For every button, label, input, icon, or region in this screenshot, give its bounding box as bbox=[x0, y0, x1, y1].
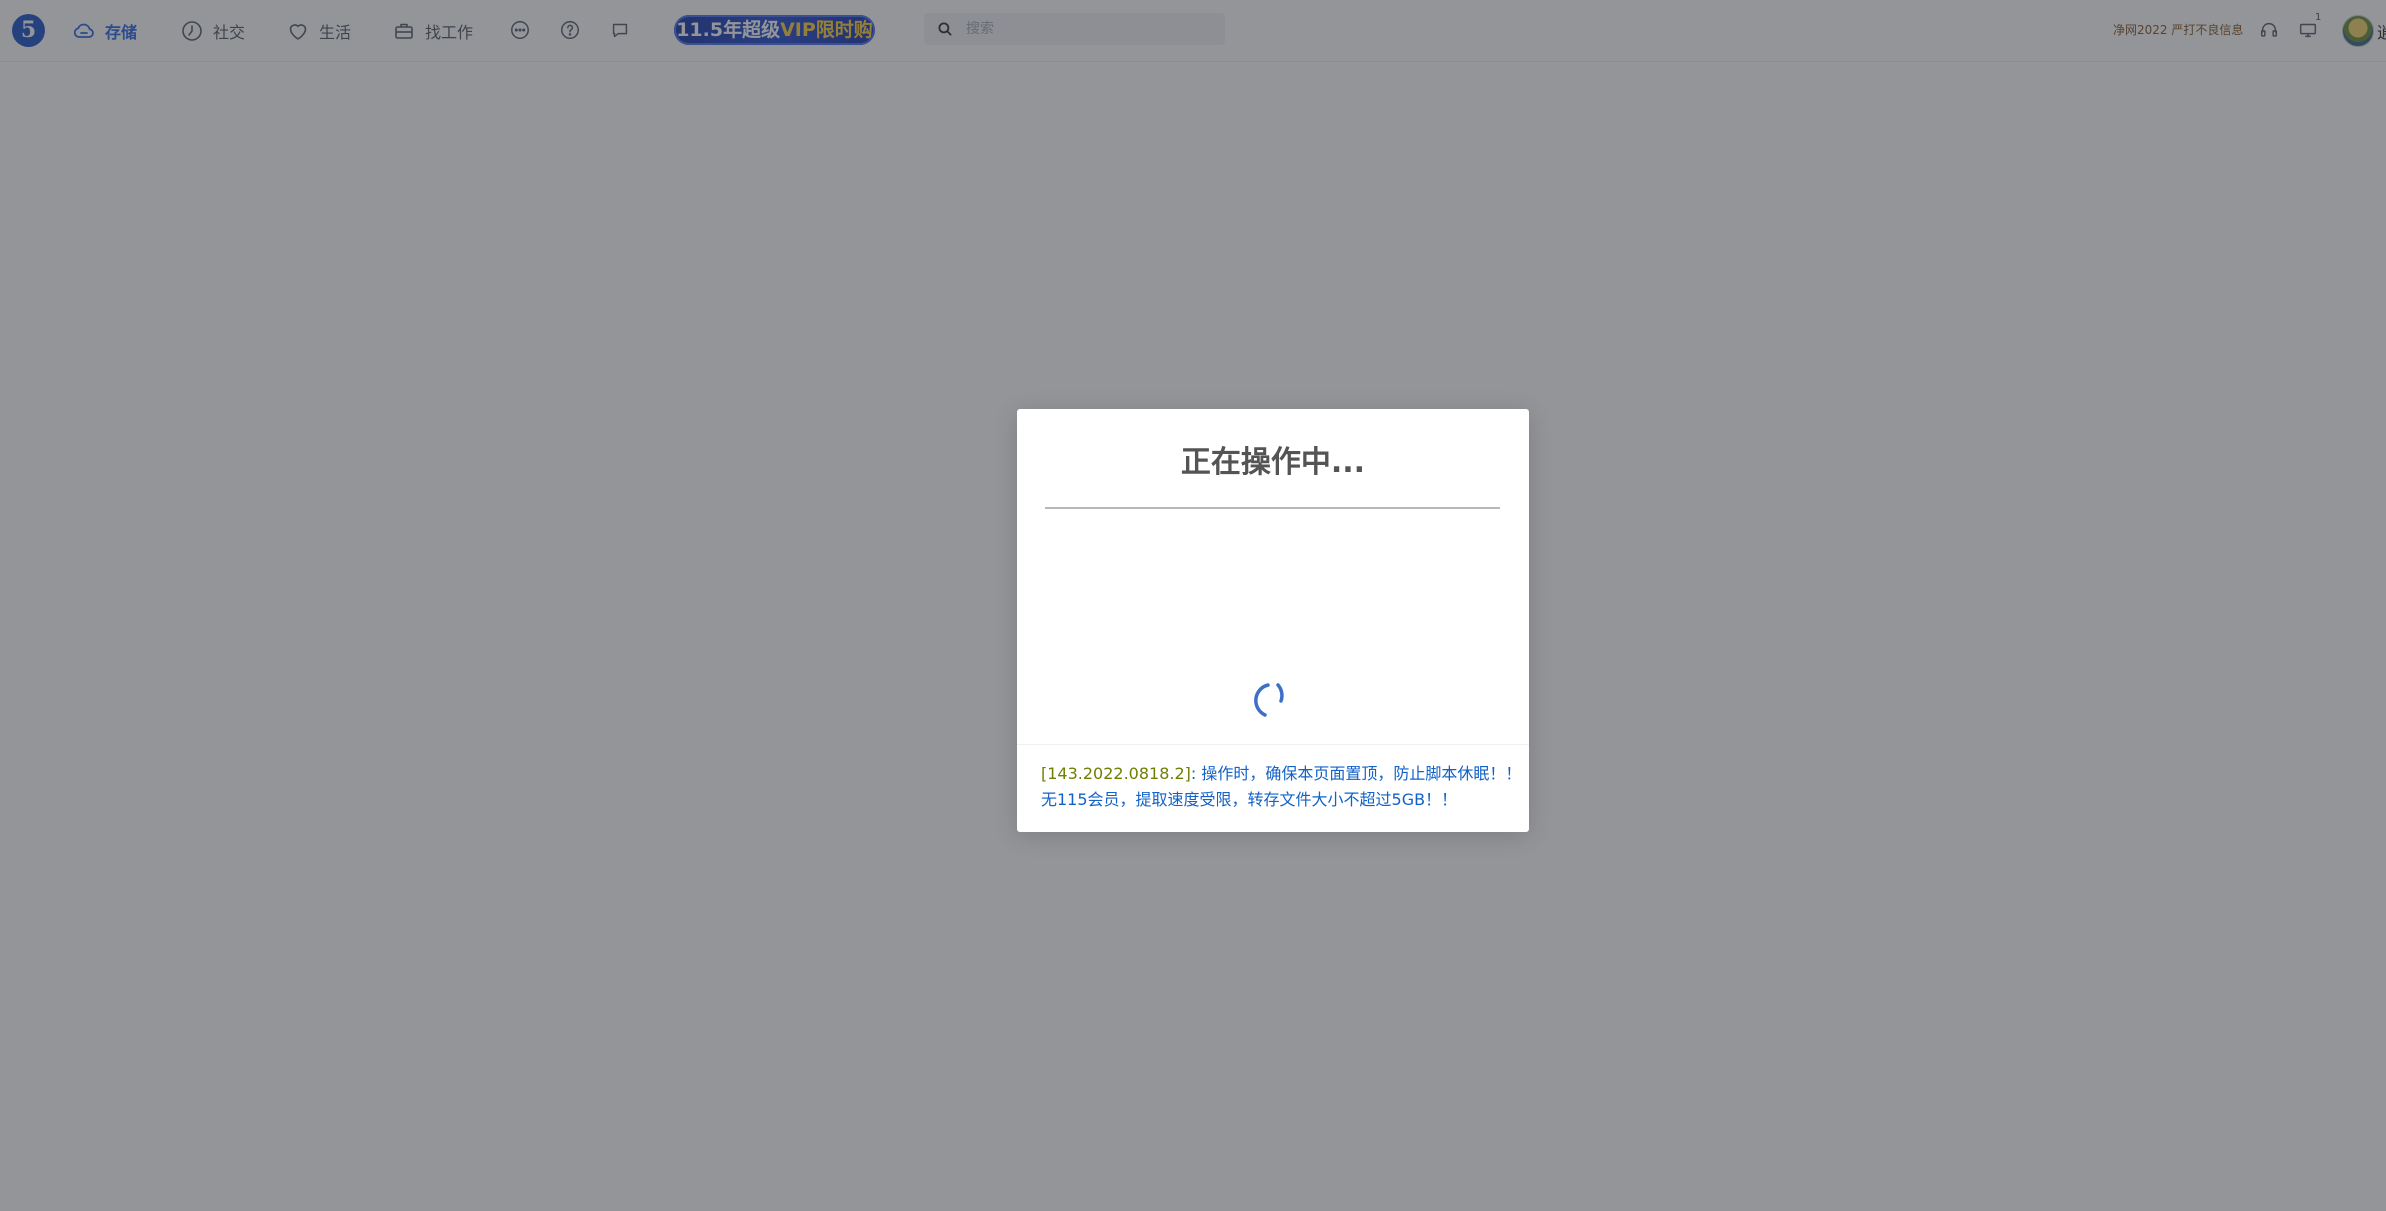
footer-line-1: [143.2022.0818.2]: 操作时，确保本页面置顶，防止脚本休眠！！ bbox=[1041, 760, 1521, 784]
speed-limit-message: 无115会员，提取速度受限，转存文件大小不超过5GB！！ bbox=[1041, 790, 1458, 809]
loading-spinner-icon bbox=[1248, 677, 1296, 725]
keep-on-top-message: : 操作时，确保本页面置顶，防止脚本休眠！！ bbox=[1190, 764, 1522, 783]
version-label: [143.2022.0818.2] bbox=[1041, 764, 1191, 783]
dialog-title: 正在操作中... bbox=[1180, 445, 1366, 480]
footer-line-2: 无115会员，提取速度受限，转存文件大小不超过5GB！！ bbox=[1041, 786, 1457, 810]
dialog-divider bbox=[1045, 507, 1500, 509]
progress-dialog: 正在操作中... [143.2022.0818.2]: 操作时，确保本页面置顶，… bbox=[1017, 409, 1529, 832]
app-window: 5 存储 社交 生活 bbox=[0, 0, 2386, 1211]
dialog-footer: [143.2022.0818.2]: 操作时，确保本页面置顶，防止脚本休眠！！ … bbox=[1017, 744, 1529, 833]
